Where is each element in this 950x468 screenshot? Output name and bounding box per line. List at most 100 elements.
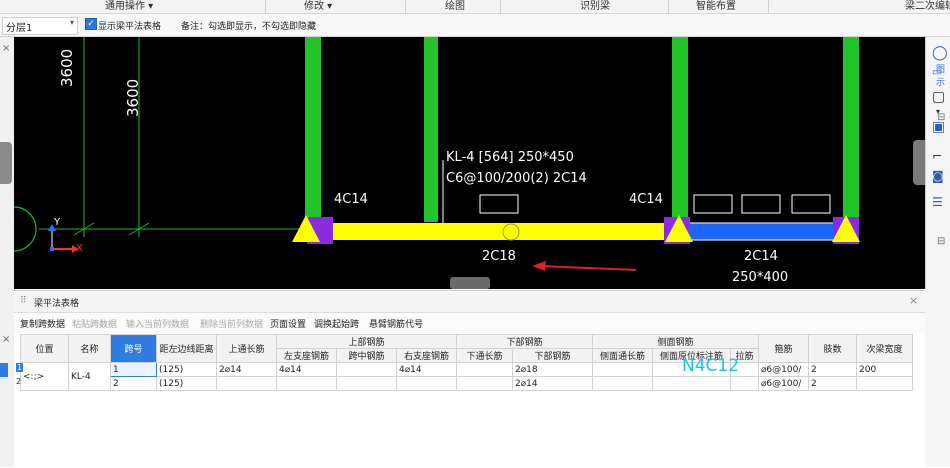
cell-left-support[interactable]: 4⌀14 — [276, 362, 337, 377]
group-header-bottom-rebar: 下部钢筋 — [456, 334, 593, 349]
divider — [668, 0, 669, 13]
cell-sec-beam-width[interactable] — [856, 376, 913, 391]
cell-right-support[interactable] — [396, 376, 457, 391]
cad-canvas[interactable]: 3600 3600 Y X KL-4 [564] 250*450 C6@100/… — [14, 37, 925, 289]
crop-icon[interactable]: ⌐ — [932, 149, 942, 163]
cell-side-through[interactable] — [592, 376, 653, 391]
page-setup-button[interactable]: 页面设置 — [270, 317, 306, 330]
col-header-name: 名称 — [68, 334, 111, 363]
close-icon[interactable]: × — [909, 294, 918, 307]
col-header-right-support: 右支座钢筋 — [396, 348, 457, 363]
col-header-span-no[interactable]: 跨号 — [110, 334, 157, 363]
copy-span-data-button[interactable]: 复制跨数据 — [20, 317, 65, 330]
bottom-rebar-span1-label: 2C18 — [482, 249, 516, 264]
ribbon-group-modify[interactable]: 修改 ▾ — [304, 0, 332, 12]
col-header-top-through: 上通长筋 — [216, 334, 277, 363]
cell-legs[interactable]: 2 — [808, 376, 857, 391]
cell-bottom-rebar[interactable]: 2⌀14 — [512, 376, 593, 391]
list-icon[interactable]: ☰ — [932, 195, 943, 209]
col-header-mid-span: 跨中钢筋 — [336, 348, 397, 363]
cell-dist-left[interactable]: (125) — [156, 376, 217, 391]
cell-bottom-through[interactable] — [456, 376, 513, 391]
input-column-data-button[interactable]: 输入当前列数据 — [126, 317, 189, 330]
cell-name[interactable]: KL-4 — [68, 362, 111, 391]
column-4 — [843, 37, 859, 222]
ribbon-group-general[interactable]: 通用操作 ▾ — [105, 0, 153, 12]
beam-span-2 — [686, 223, 846, 240]
cell-span-no[interactable]: 2 — [110, 376, 157, 391]
panel-toolbar: 复制跨数据 粘贴跨数据 输入当前列数据 删除当前列数据 页面设置 调换起始跨 悬… — [14, 313, 925, 333]
cube-view-icon[interactable]: ▢ — [932, 89, 945, 105]
close-icon[interactable]: × — [2, 43, 10, 54]
cell-position[interactable]: <:;> — [20, 362, 69, 391]
axis-bubble — [14, 206, 37, 252]
right-top-rebar-label: 4C14 — [629, 192, 663, 207]
beam-title-label: KL-4 [564] 250*450 — [446, 150, 574, 165]
divider — [405, 0, 406, 13]
cell-legs[interactable]: 2 — [808, 362, 857, 377]
column-1 — [305, 37, 321, 222]
close-icon[interactable]: × — [2, 334, 10, 345]
col-header-position: 位置 — [20, 334, 69, 363]
dimension-label: 3600 — [124, 78, 142, 117]
rotate-view-icon[interactable]: ◯ — [932, 45, 948, 61]
span2-section-label: 250*400 — [732, 270, 789, 285]
ribbon-group-draw[interactable]: 绘图 — [445, 0, 465, 12]
bottom-rebar-span2-label: 2C14 — [744, 249, 778, 264]
cell-side-through[interactable] — [592, 362, 653, 377]
paste-span-data-button[interactable]: 粘贴跨数据 — [72, 317, 117, 330]
group-header-top-rebar: 上部钢筋 — [276, 334, 457, 349]
left-top-rebar-label: 4C14 — [334, 192, 368, 207]
ribbon-group-smart-layout[interactable]: 智能布置 — [696, 0, 736, 12]
side-original-overlay: N4C12 — [682, 356, 740, 376]
cantilever-code-button[interactable]: 悬臂钢筋代号 — [369, 317, 423, 330]
cell-bottom-through[interactable] — [456, 362, 513, 377]
cell-top-through[interactable]: 2⌀14 — [216, 362, 277, 377]
left-dock-strip: × × — [0, 37, 15, 467]
camera-icon[interactable]: ◙ — [932, 169, 944, 183]
table-row[interactable]: 2 (125) 2⌀14 ⌀6@100/ 2 — [21, 376, 913, 391]
ribbon-group-identify-beam[interactable]: 识别梁 — [580, 0, 610, 12]
cell-bottom-rebar[interactable]: 2⌀18 — [512, 362, 593, 377]
annotation-box — [741, 194, 781, 214]
collapse-handle[interactable] — [913, 140, 925, 185]
cell-mid-span[interactable] — [336, 376, 397, 391]
right-panel-tab[interactable]: 图示 — [936, 62, 950, 88]
col-header-left-support: 左支座钢筋 — [276, 348, 337, 363]
floor-select-value: 分层1 — [6, 23, 33, 34]
drag-handle-icon[interactable]: ⠿ — [20, 296, 27, 306]
ucs-origin — [50, 247, 54, 251]
cell-right-support[interactable]: 4⌀14 — [396, 362, 457, 377]
table-row[interactable]: <:;> KL-4 1 (125) 2⌀14 4⌀14 4⌀14 2⌀18 ⌀6… — [20, 362, 913, 391]
collapse-handle[interactable] — [0, 142, 12, 184]
expand-icon[interactable]: ⊟ — [937, 112, 945, 123]
ribbon-group-bar: 通用操作 ▾ 修改 ▾ 绘图 识别梁 智能布置 梁二次编辑 — [0, 0, 950, 14]
cell-stirrup[interactable]: ⌀6@100/ — [758, 362, 809, 377]
cell-stirrup[interactable]: ⌀6@100/ — [758, 376, 809, 391]
swap-start-span-button[interactable]: 调换起始跨 — [314, 317, 359, 330]
red-arrow-line — [539, 265, 637, 271]
col-header-sec-beam-width: 次梁宽度 — [856, 334, 913, 363]
panel-title: 梁平法表格 — [34, 299, 80, 309]
cell-dist-left[interactable]: (125) — [156, 362, 217, 377]
header-row-1: 位置 名称 跨号 距左边线距离 上通长筋 上部钢筋 下部钢筋 侧面钢筋 箍筋 肢… — [20, 334, 913, 363]
divider — [265, 0, 266, 13]
show-table-checkbox[interactable]: ✓ — [85, 18, 97, 30]
cell-left-support[interactable] — [276, 376, 337, 391]
divider — [768, 0, 769, 13]
ribbon-group-beam-secondary-edit[interactable]: 梁二次编辑 — [905, 0, 950, 12]
cell-side-original[interactable] — [652, 376, 731, 391]
expand-icon[interactable]: ⊟ — [937, 236, 945, 247]
dimension-label: 3600 — [58, 48, 76, 87]
floor-select[interactable]: 分层1 ▾ — [2, 17, 78, 35]
scroll-tab — [450, 277, 490, 289]
cell-mid-span[interactable] — [336, 362, 397, 377]
cell-top-through[interactable] — [216, 376, 277, 391]
cell-span-no[interactable]: 1 — [110, 362, 157, 377]
col-header-bottom-through: 下通长筋 — [456, 348, 513, 363]
delete-column-data-button[interactable]: 删除当前列数据 — [200, 317, 263, 330]
col-header-bottom-rebar: 下部钢筋 — [512, 348, 593, 363]
row-marker: 2 — [16, 377, 22, 386]
cell-tie[interactable] — [730, 376, 759, 391]
cell-sec-beam-width[interactable]: 200 — [856, 362, 913, 377]
